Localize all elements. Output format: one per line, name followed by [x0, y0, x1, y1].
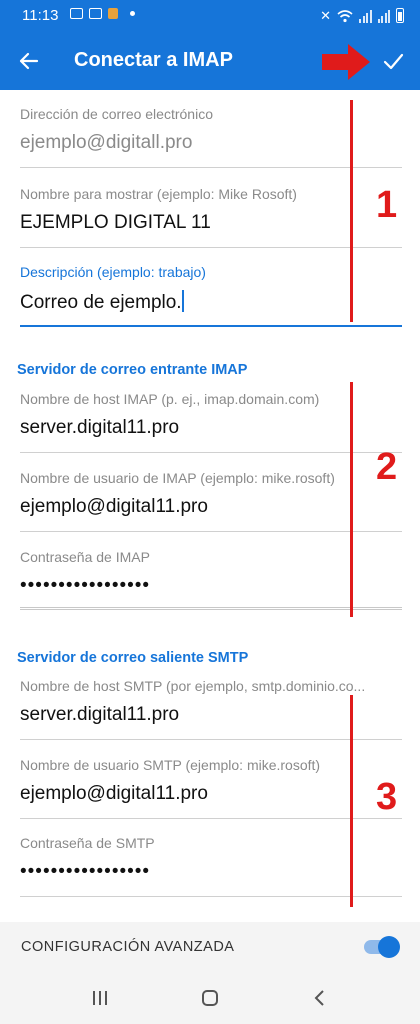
divider — [20, 167, 402, 168]
divider — [20, 247, 402, 248]
imap-user-label: Nombre de usuario de IMAP (ejemplo: mike… — [20, 470, 335, 486]
annotation-line-2 — [350, 382, 353, 617]
back-button[interactable] — [12, 44, 46, 78]
imap-section-header: Servidor de correo entrante IMAP — [17, 362, 248, 378]
laptop-icon — [70, 8, 83, 19]
smtp-password-label: Contraseña de SMTP — [20, 835, 155, 851]
save-button[interactable] — [376, 44, 410, 78]
smtp-password-value: ••••••••••••••••• — [20, 861, 151, 882]
email-value: ejemplo@digitall.pro — [20, 132, 193, 153]
annotation-number-1: 1 — [376, 184, 398, 226]
description-value: Correo de ejemplo. — [20, 292, 182, 313]
advanced-settings-row[interactable]: CONFIGURACIÓN AVANZADA — [0, 922, 420, 972]
status-time: 11:13 — [22, 7, 59, 24]
mute-icon: ✕ — [320, 8, 331, 23]
display-name-label: Nombre para mostrar (ejemplo: Mike Rosof… — [20, 186, 297, 202]
system-nav-bar — [0, 972, 420, 1024]
advanced-settings-toggle[interactable] — [364, 935, 400, 959]
app-bar: Conectar a IMAP — [0, 32, 420, 90]
home-button[interactable] — [190, 984, 230, 1012]
divider — [20, 452, 402, 453]
divider — [20, 531, 402, 532]
imap-password-value: ••••••••••••••••• — [20, 575, 151, 596]
smtp-section-header: Servidor de correo saliente SMTP — [17, 650, 249, 666]
display-name-value: EJEMPLO DIGITAL 11 — [20, 212, 211, 233]
description-label: Descripción (ejemplo: trabajo) — [20, 264, 206, 280]
system-icons: ✕ — [320, 8, 404, 23]
app-icon — [108, 8, 118, 19]
display-name-field[interactable]: Nombre para mostrar (ejemplo: Mike Rosof… — [20, 186, 402, 234]
divider — [20, 818, 402, 819]
recent-apps-button[interactable] — [80, 984, 120, 1012]
email-field[interactable]: Dirección de correo electrónico ejemplo@… — [20, 106, 402, 154]
annotation-number-2: 2 — [376, 446, 398, 488]
smtp-host-field[interactable]: Nombre de host SMTP (por ejemplo, smtp.d… — [20, 678, 402, 726]
smtp-user-value: ejemplo@digital11.pro — [20, 783, 208, 804]
smtp-user-label: Nombre de usuario SMTP (ejemplo: mike.ro… — [20, 757, 321, 773]
chevron-left-icon — [314, 990, 324, 1006]
imap-host-label: Nombre de host IMAP (p. ej., imap.domain… — [20, 391, 320, 407]
description-field[interactable]: Descripción (ejemplo: trabajo) Correo de… — [20, 264, 402, 314]
imap-user-field[interactable]: Nombre de usuario de IMAP (ejemplo: mike… — [20, 470, 402, 518]
imap-host-field[interactable]: Nombre de host IMAP (p. ej., imap.domain… — [20, 391, 402, 439]
signal-icon — [359, 9, 372, 23]
toggle-knob — [378, 936, 400, 958]
advanced-settings-label: CONFIGURACIÓN AVANZADA — [21, 939, 235, 955]
image-icon — [89, 8, 102, 19]
annotation-line-3 — [350, 695, 353, 907]
signal-icon-2 — [377, 9, 390, 23]
imap-user-value: ejemplo@digital11.pro — [20, 496, 208, 517]
notification-icons — [70, 8, 135, 19]
page-title: Conectar a IMAP — [74, 49, 233, 71]
divider — [20, 607, 402, 610]
imap-password-field[interactable]: Contraseña de IMAP ••••••••••••••••• — [20, 549, 402, 597]
arrow-left-icon — [19, 52, 39, 70]
smtp-host-value: server.digital11.pro — [20, 704, 180, 725]
description-underline — [20, 325, 402, 327]
wifi-icon — [337, 10, 353, 23]
divider — [20, 739, 402, 740]
email-label: Dirección de correo electrónico — [20, 106, 213, 122]
home-icon — [202, 990, 218, 1006]
section-gap — [0, 330, 420, 354]
smtp-host-label: Nombre de host SMTP (por ejemplo, smtp.d… — [20, 678, 366, 694]
status-bar: 11:13 ✕ — [0, 0, 420, 32]
smtp-password-field[interactable]: Contraseña de SMTP ••••••••••••••••• — [20, 835, 402, 883]
imap-password-label: Contraseña de IMAP — [20, 549, 150, 565]
annotation-line-1 — [350, 100, 353, 322]
imap-host-value: server.digital11.pro — [20, 417, 180, 438]
check-icon — [383, 53, 404, 70]
red-arrow-annotation-icon — [322, 44, 370, 80]
back-nav-button[interactable] — [300, 984, 340, 1012]
description-value-row: Correo de ejemplo. — [20, 290, 402, 314]
recent-apps-icon — [93, 991, 107, 1005]
smtp-user-field[interactable]: Nombre de usuario SMTP (ejemplo: mike.ro… — [20, 757, 402, 805]
divider — [20, 896, 402, 897]
battery-icon — [396, 8, 404, 23]
more-notifications-icon — [130, 11, 135, 16]
annotation-number-3: 3 — [376, 776, 398, 818]
text-cursor — [181, 290, 184, 312]
